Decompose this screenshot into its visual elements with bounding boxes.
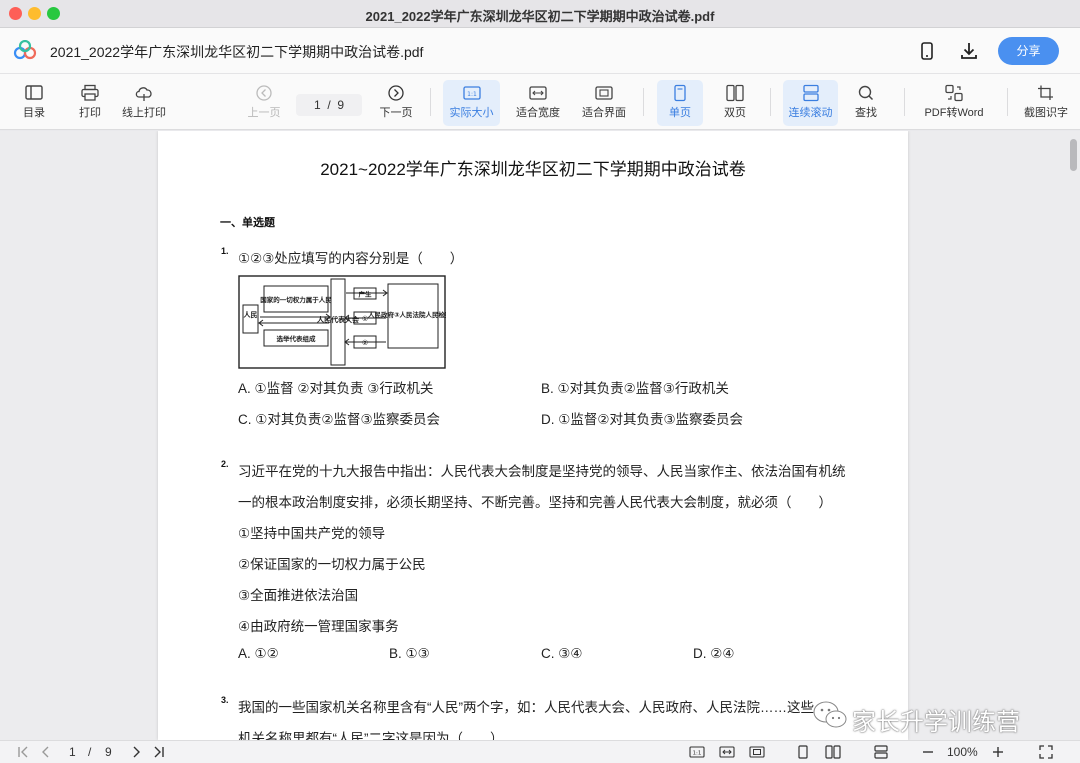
title-bar: 2021_2022学年广东深圳龙华区初二下学期期中政治试卷.pdf — [0, 0, 1080, 28]
question-text: ①②③处应填写的内容分别是（ ） — [238, 251, 464, 266]
prev-page-button[interactable]: 上一页 — [244, 80, 284, 126]
convert-icon — [945, 84, 963, 102]
single-page-icon — [674, 84, 686, 102]
fit-page-icon — [595, 86, 613, 100]
toolbar-divider — [1007, 88, 1008, 116]
printer-icon — [81, 84, 99, 101]
previous-page-icon[interactable] — [39, 745, 53, 759]
zoom-in-icon[interactable] — [991, 745, 1005, 759]
svg-text:人民: 人民 — [244, 310, 258, 319]
option-a: A. ①② — [238, 646, 279, 661]
fit-page-button[interactable]: 适合界面 — [578, 80, 630, 126]
app-logo-icon — [13, 40, 37, 60]
ocr-button[interactable]: 截图识字 — [1018, 80, 1074, 126]
option-c: C. ③④ — [541, 646, 583, 661]
toolbar-divider — [904, 88, 905, 116]
option-c: C. ①对其负责②监督③监察委员会 — [238, 412, 441, 427]
download-icon[interactable] — [958, 40, 980, 62]
pdf-to-word-button[interactable]: PDF转Word — [918, 80, 990, 126]
crop-icon — [1038, 85, 1053, 100]
single-page-button[interactable]: 单页 — [657, 80, 703, 126]
fullscreen-icon[interactable] — [1039, 745, 1053, 759]
window-title: 2021_2022学年广东深圳龙华区初二下学期期中政治试卷.pdf — [365, 9, 715, 24]
chevron-left-circle-icon — [256, 85, 272, 101]
pdf-page: 2021~2022学年广东深圳龙华区初二下学期期中政治试卷 一、单选题 1. ①… — [158, 131, 908, 740]
double-page-icon — [726, 84, 744, 102]
svg-text:人民政府③人民法院人民检察院: 人民政府③人民法院人民检察院 — [368, 310, 446, 319]
actual-size-icon: 1:1 — [462, 86, 481, 100]
app-header: 2021_2022学年广东深圳龙华区初二下学期期中政治试卷.pdf 分享 — [0, 28, 1080, 74]
print-button[interactable]: 打印 — [70, 80, 110, 126]
document-viewer[interactable]: 2021~2022学年广东深圳龙华区初二下学期期中政治试卷 一、单选题 1. ①… — [0, 131, 1080, 740]
statement: ④由政府统一管理国家事务 — [238, 619, 399, 634]
option-d: D. ②④ — [693, 646, 735, 661]
question-number: 1. — [221, 246, 229, 256]
statement: ③全面推进依法治国 — [238, 588, 359, 603]
statement: ②保证国家的一切权力属于公民 — [238, 557, 426, 572]
search-icon — [858, 85, 874, 101]
document-title: 2021~2022学年广东深圳龙华区初二下学期期中政治试卷 — [320, 160, 746, 179]
watermark-text: 家长升学训练营 — [852, 709, 1020, 736]
double-page-icon[interactable] — [825, 745, 841, 759]
option-d: D. ①监督②对其负责③监察委员会 — [541, 412, 744, 427]
toolbar: 目录 打印 线上打印 上一页 1 / 9 下一页 1:1 实际大小 适合宽度 适… — [0, 74, 1080, 130]
option-b: B. ①对其负责②监督③行政机关 — [541, 381, 729, 396]
chevron-right-circle-icon — [388, 85, 404, 101]
toc-icon — [25, 85, 43, 100]
toolbar-divider — [430, 88, 431, 116]
question-number: 3. — [221, 695, 229, 705]
share-button[interactable]: 分享 — [998, 37, 1059, 65]
question-number: 2. — [221, 459, 229, 469]
continuous-scroll-icon — [802, 84, 819, 102]
option-a: A. ①监督 ②对其负责 ③行政机关 — [238, 381, 434, 396]
section-heading: 一、单选题 — [220, 217, 275, 229]
fit-width-icon — [529, 86, 547, 100]
mobile-icon[interactable] — [916, 40, 938, 62]
first-page-icon[interactable] — [16, 745, 30, 759]
svg-text:②: ② — [362, 340, 368, 347]
online-print-button[interactable]: 线上打印 — [118, 80, 170, 126]
toolbar-divider — [643, 88, 644, 116]
continuous-scroll-button[interactable]: 连续滚动 — [783, 80, 838, 126]
next-page-icon[interactable] — [129, 745, 143, 759]
svg-text:国家的一切权力属于人民: 国家的一切权力属于人民 — [260, 295, 332, 304]
option-b: B. ①③ — [389, 646, 430, 661]
status-page-sep: / — [88, 745, 92, 759]
actual-size-icon[interactable]: 1:1 — [689, 745, 705, 759]
actual-size-button[interactable]: 1:1 实际大小 — [443, 80, 500, 126]
fit-width-icon[interactable] — [719, 745, 735, 759]
question-text: 一的根本政治制度安排，必须长期坚持、不断完善。坚持和完善人民代表大会制度，就必须… — [238, 495, 832, 510]
fit-width-button[interactable]: 适合宽度 — [512, 80, 564, 126]
wechat-icon — [813, 701, 847, 728]
page-number-input[interactable]: 1 / 9 — [296, 94, 362, 116]
toc-button[interactable]: 目录 — [14, 80, 54, 126]
find-button[interactable]: 查找 — [848, 80, 884, 126]
continuous-scroll-icon[interactable] — [873, 745, 889, 759]
question-text: 我国的一些国家机关名称里含有“人民”两个字，如：人民代表大会、人民政府、人民法院… — [238, 700, 814, 715]
last-page-icon[interactable] — [152, 745, 166, 759]
cloud-print-icon — [135, 87, 152, 101]
fit-page-icon[interactable] — [749, 745, 765, 759]
toolbar-divider — [770, 88, 771, 116]
double-page-button[interactable]: 双页 — [714, 80, 756, 126]
question-text: 机关名称里都有“人民”二字这是因为（ ） — [238, 731, 504, 740]
question-diagram: 人民 国家的一切权力属于人民 选举代表组成 人民代表大会 产生 ① ② 人民政府… — [238, 275, 446, 369]
single-page-icon[interactable] — [796, 745, 810, 759]
document-name: 2021_2022学年广东深圳龙华区初二下学期期中政治试卷.pdf — [50, 44, 424, 60]
svg-text:产生: 产生 — [359, 290, 373, 299]
question-text: 习近平在党的十九大报告中指出：人民代表大会制度是坚持党的领导、人民当家作主、依法… — [238, 464, 846, 479]
statement: ①坚持中国共产党的领导 — [238, 526, 386, 541]
next-page-button[interactable]: 下一页 — [376, 80, 416, 126]
svg-text:选举代表组成: 选举代表组成 — [277, 334, 317, 343]
status-page-current[interactable]: 1 — [69, 745, 76, 759]
vertical-scrollbar[interactable] — [1070, 139, 1077, 171]
zoom-out-icon[interactable] — [921, 745, 935, 759]
status-page-total: 9 — [105, 745, 112, 759]
svg-text:1:1: 1:1 — [693, 751, 702, 757]
status-bar: 1 / 9 1:1 100% — [0, 740, 1080, 763]
zoom-level[interactable]: 100% — [947, 745, 978, 759]
svg-text:1:1: 1:1 — [467, 91, 477, 98]
